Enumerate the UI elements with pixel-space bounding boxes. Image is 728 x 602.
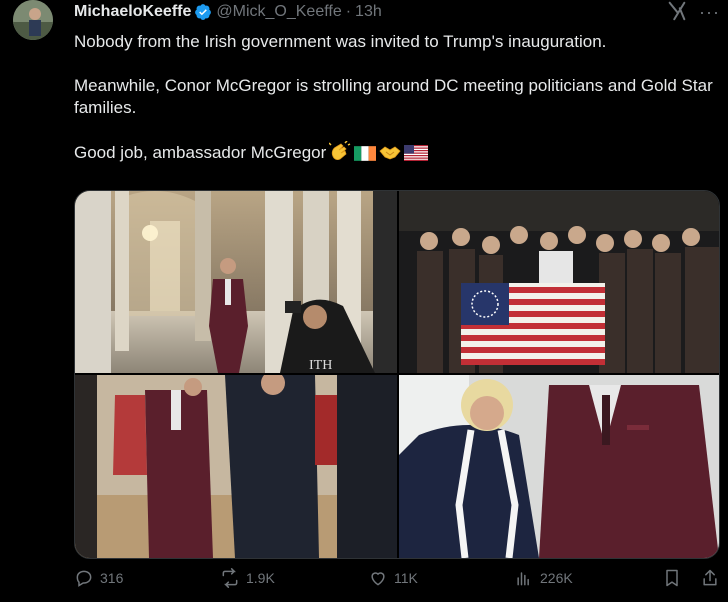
media-grid: ITH xyxy=(74,190,720,559)
display-name[interactable]: MichaeloKeeffe xyxy=(74,3,191,21)
tweet-paragraph-text: Good job, ambassador McGregor xyxy=(74,143,327,162)
views-chart-icon xyxy=(517,572,529,586)
timestamp[interactable]: 13h xyxy=(355,3,382,21)
grok-icon[interactable] xyxy=(666,0,688,22)
share-icon xyxy=(703,569,717,586)
photo-capitol-hallway[interactable]: ITH xyxy=(75,191,397,373)
repost-icon xyxy=(222,568,238,588)
repost-button[interactable]: 1.9K xyxy=(220,568,275,588)
like-count: 11K xyxy=(394,570,418,586)
photo-with-woman[interactable] xyxy=(399,375,719,558)
ireland-flag-icon xyxy=(354,145,377,167)
more-options-icon[interactable]: ··· xyxy=(699,2,720,23)
tweet-paragraph: Meanwhile, Conor McGregor is strolling a… xyxy=(74,76,713,117)
clapping-hands-icon xyxy=(328,140,351,167)
views-count: 226K xyxy=(540,570,573,586)
photo-crowd-suits[interactable] xyxy=(75,375,397,558)
photo-group-with-flag[interactable] xyxy=(399,191,719,373)
bookmark-icon xyxy=(666,569,678,587)
tweet-paragraph: Good job, ambassador McGregor xyxy=(74,140,722,167)
like-button[interactable]: 11K xyxy=(368,568,418,588)
reply-button[interactable]: 316 xyxy=(74,568,123,588)
verified-badge-icon[interactable] xyxy=(194,3,212,21)
avatar[interactable] xyxy=(13,0,53,40)
heart-icon xyxy=(371,572,385,586)
user-handle[interactable]: @Mick_O_Keeffe xyxy=(216,3,341,21)
tweet-text: Nobody from the Irish government was inv… xyxy=(74,31,722,167)
tweet-header: MichaeloKeeffe @Mick_O_Keeffe · 13h xyxy=(74,1,720,23)
reply-count: 316 xyxy=(100,570,124,586)
reply-icon xyxy=(76,570,92,587)
avatar-image xyxy=(13,0,53,40)
views-button[interactable]: 226K xyxy=(514,568,573,588)
tweet-paragraph: Nobody from the Irish government was inv… xyxy=(74,32,607,51)
tweet-actions: 316 1.9K 11K 226K xyxy=(74,568,720,598)
bookmark-button[interactable] xyxy=(662,568,688,588)
jacket-text: ITH xyxy=(309,358,332,373)
separator-dot: · xyxy=(345,3,352,20)
us-flag-icon xyxy=(404,145,429,167)
handshake-icon xyxy=(379,143,401,167)
share-button[interactable] xyxy=(700,568,726,588)
repost-count: 1.9K xyxy=(246,570,275,586)
